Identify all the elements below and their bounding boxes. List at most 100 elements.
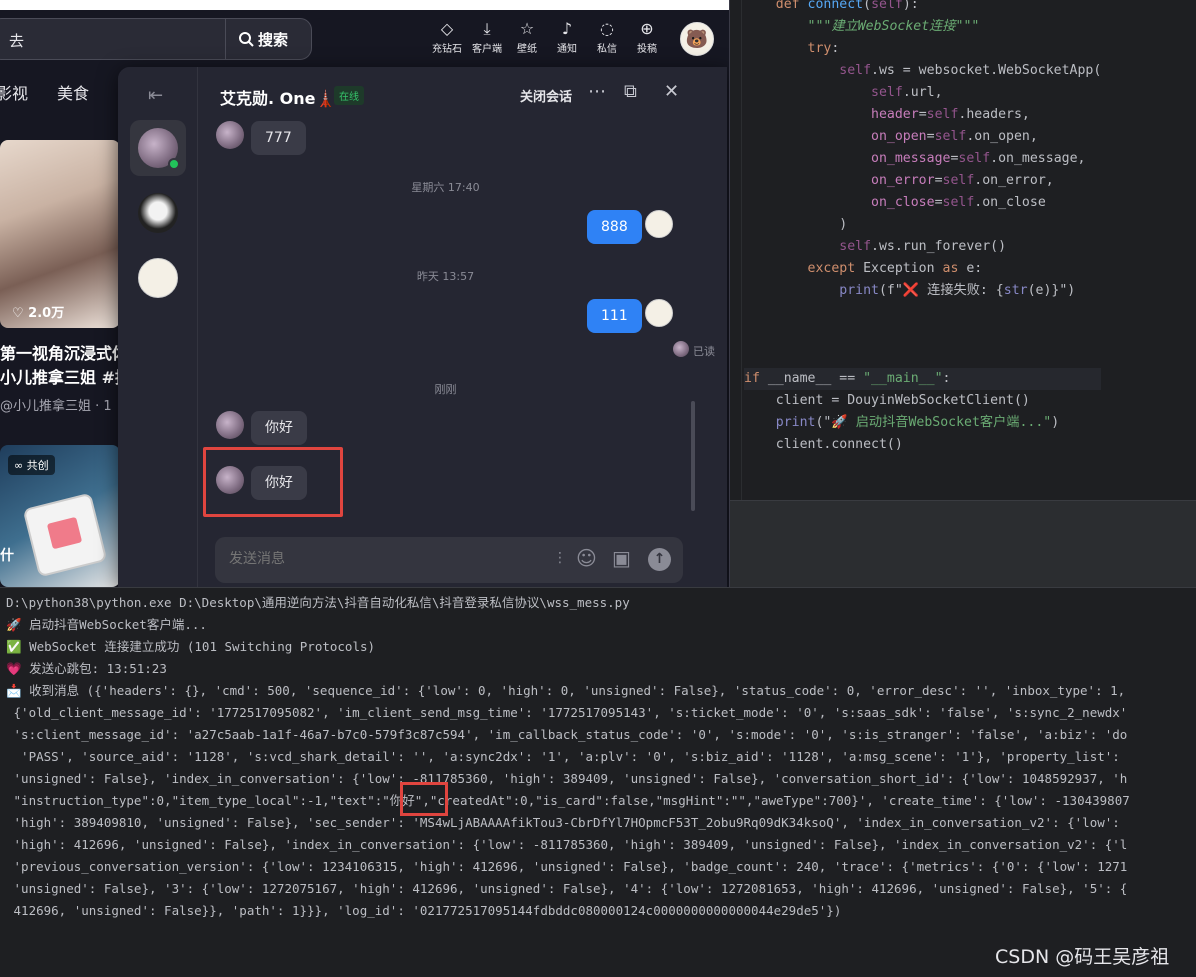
search-button[interactable]: 搜索: [225, 19, 311, 59]
screen: def connect(self): """建立WebSocket连接""" t…: [0, 0, 1196, 977]
message-bubble-sent[interactable]: 888: [587, 210, 642, 244]
friend-avatar[interactable]: [216, 411, 244, 439]
code-line[interactable]: self.ws = websocket.WebSocketApp(: [744, 60, 1101, 82]
my-avatar[interactable]: [645, 210, 673, 238]
code-token: .on_open,: [966, 129, 1038, 144]
video-card-caption: 什: [0, 548, 14, 564]
category-film[interactable]: 影视: [0, 80, 28, 104]
collapse-sidebar-icon[interactable]: ⇤: [148, 85, 163, 106]
nav-messages[interactable]: ◌ 私信: [587, 18, 627, 55]
code-token: (f": [878, 283, 903, 298]
code-line[interactable]: ): [744, 214, 1101, 236]
console-status-icon: 💗: [6, 661, 22, 676]
code-token: header: [871, 107, 919, 122]
code-line[interactable]: try:: [744, 38, 1101, 60]
nav-notifications[interactable]: ♪ 通知: [547, 18, 587, 55]
category-food[interactable]: 美食: [57, 80, 89, 104]
search-bar[interactable]: 去 搜索: [0, 18, 312, 60]
code-token: :: [942, 371, 951, 386]
popout-icon[interactable]: ⧉: [624, 81, 637, 102]
video-card-author[interactable]: @小儿推拿三姐 · 1: [0, 395, 112, 414]
friend-avatar[interactable]: [216, 121, 244, 149]
my-avatar[interactable]: [645, 299, 673, 327]
close-session-button[interactable]: 关闭会话: [520, 86, 572, 105]
code-line[interactable]: [744, 302, 1101, 324]
code-line[interactable]: [744, 346, 1101, 368]
code-line[interactable]: on_error=self.on_error,: [744, 170, 1101, 192]
code-line[interactable]: if __name__ == "__main__":: [744, 368, 1102, 390]
close-icon[interactable]: ✕: [664, 81, 679, 102]
message-composer: ⋮ ☺ ▣ ↑: [215, 537, 683, 583]
code-line[interactable]: on_open=self.on_open,: [744, 126, 1101, 148]
conversation-avatar-2[interactable]: [138, 193, 178, 233]
console-line-text: 'high': 389409810, 'unsigned': False}, '…: [6, 815, 1120, 830]
browser-window: 去 搜索 ◇ 充钻石 ⤓ 客户端 ☆ 壁纸 ♪ 通知 ◌ 私信 ⊕ 投稿 🐻 影视 美食 ♡…: [0, 0, 730, 587]
image-icon[interactable]: ▣: [612, 546, 631, 570]
message-bubble-sent[interactable]: 111: [587, 299, 642, 333]
code-token: print: [839, 283, 879, 298]
nav-client-label: 客户端: [472, 44, 502, 55]
send-icon[interactable]: ↑: [648, 548, 671, 571]
video-card-thumbnail[interactable]: ♡ 2.0万: [0, 140, 120, 328]
code-token: client.connect(): [744, 437, 903, 452]
code-line[interactable]: on_message=self.on_message,: [744, 148, 1101, 170]
code-token: self: [871, 85, 903, 100]
user-avatar[interactable]: 🐻: [680, 22, 714, 56]
code-line[interactable]: header=self.headers,: [744, 104, 1101, 126]
console-status-icon: 📩: [6, 683, 22, 698]
video-card-thumbnail-2[interactable]: ∞ 共创 什: [0, 445, 120, 587]
code-line[interactable]: [744, 324, 1101, 346]
code-line[interactable]: on_close=self.on_close: [744, 192, 1101, 214]
code-token: 🚀 启动抖音WebSocket客户端...": [831, 415, 1052, 430]
code-area[interactable]: def connect(self): """建立WebSocket连接""" t…: [744, 0, 1102, 456]
search-input[interactable]: 去: [9, 30, 24, 51]
message-bubble-received[interactable]: 777: [251, 121, 306, 155]
console-line-text: 'previous_conversation_version': {'low':…: [6, 859, 1128, 874]
code-token: .ws = websocket.WebSocketApp(: [871, 63, 1102, 78]
nav-wallpaper[interactable]: ☆ 壁纸: [507, 18, 547, 55]
code-line[interactable]: self.ws.run_forever(): [744, 236, 1101, 258]
nav-client[interactable]: ⤓ 客户端: [467, 18, 507, 55]
code-token: connect: [807, 0, 864, 12]
code-line[interactable]: client = DouyinWebSocketClient(): [744, 390, 1101, 412]
code-token: except: [807, 261, 864, 276]
chat-header: 艾克勋. One🗼 在线 关闭会话 ⋯ ⧉ ✕: [198, 67, 727, 121]
code-line[interactable]: """建立WebSocket连接""": [744, 16, 1101, 38]
code-line[interactable]: self.url,: [744, 82, 1101, 104]
highlight-annotation-box: [203, 447, 343, 517]
console-line-text: {'old_client_message_id': '1772517095082…: [6, 705, 1128, 720]
code-token: as: [942, 261, 967, 276]
console-line-text: 412696, 'unsigned': False}}, 'path': 1}}…: [6, 903, 842, 918]
nav-upload[interactable]: ⊕ 投稿: [627, 18, 667, 55]
message-scrollbar[interactable]: [691, 401, 695, 511]
emoji-icon[interactable]: ☺: [576, 546, 597, 570]
code-line[interactable]: print(f"❌ 连接失败: {str(e)}"): [744, 280, 1101, 302]
editor-bottom-bar: [730, 500, 1196, 545]
code-line[interactable]: except Exception as e:: [744, 258, 1101, 280]
more-icon[interactable]: ⋯: [588, 81, 606, 102]
contact-name: 艾克勋. One🗼: [220, 89, 336, 108]
code-line[interactable]: print("🚀 启动抖音WebSocket客户端..."): [744, 412, 1101, 434]
code-token: self: [942, 173, 975, 188]
chat-bubble-icon: ◌: [600, 19, 614, 38]
nav-recharge[interactable]: ◇ 充钻石: [427, 18, 467, 55]
message-bubble-received[interactable]: 你好: [251, 411, 307, 445]
like-count: ♡ 2.0万: [12, 306, 65, 321]
video-card-title[interactable]: 第一视角沉浸式体 小儿推拿三姐 #推拿: [0, 342, 147, 390]
code-token: Exception: [863, 261, 943, 276]
resize-handle-icon[interactable]: ⋮: [553, 550, 567, 566]
run-console[interactable]: D:\python38\python.exe D:\Desktop\通用逆向方法…: [0, 587, 1196, 977]
code-line[interactable]: def connect(self):: [744, 0, 1101, 16]
code-token: =: [934, 195, 943, 210]
code-line[interactable]: client.connect(): [744, 434, 1101, 456]
console-status-icon: 🚀: [6, 617, 22, 632]
conversation-avatar-3[interactable]: [138, 258, 178, 298]
read-receipt-avatar: [673, 341, 689, 357]
code-token: .on_message,: [990, 151, 1086, 166]
console-status-icon: ✅: [6, 639, 22, 654]
code-editor[interactable]: def connect(self): """建立WebSocket连接""" t…: [730, 0, 1196, 587]
message-input[interactable]: [229, 551, 529, 567]
